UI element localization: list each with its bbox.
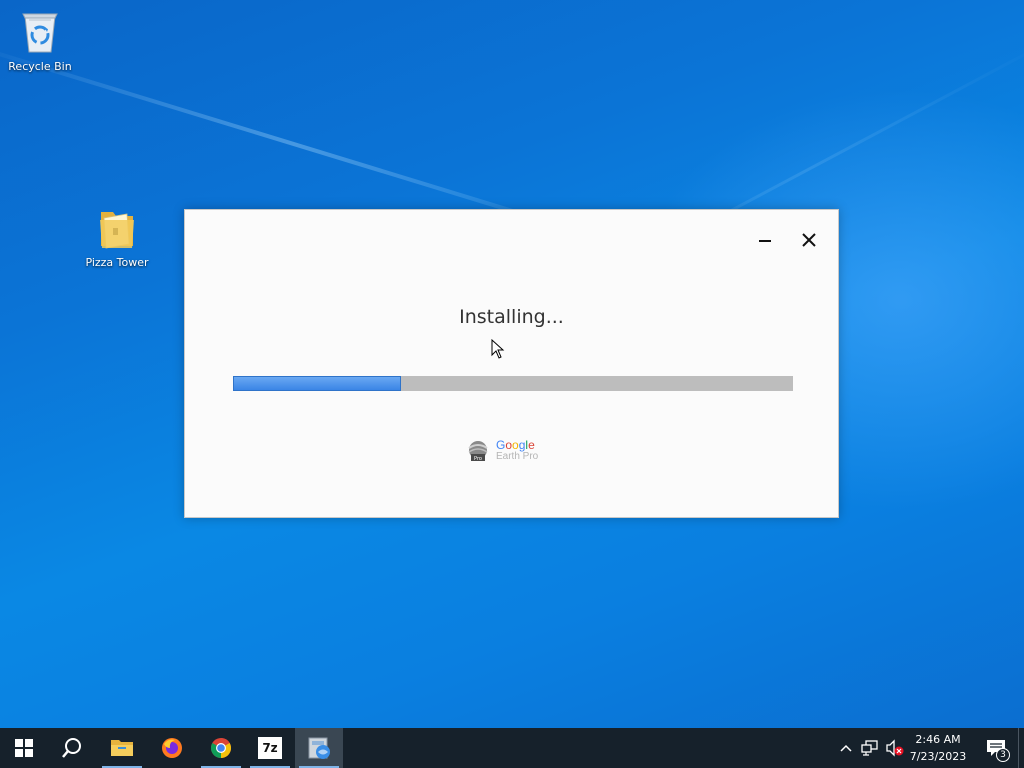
action-center-button[interactable]: 3 <box>978 728 1014 768</box>
chrome-icon <box>211 738 231 758</box>
taskbar: 7z 2:46 AM 7/23/2023 3 <box>0 728 1024 768</box>
network-tray-button[interactable] <box>861 738 879 758</box>
windows-logo-icon <box>15 739 33 757</box>
install-status-text: Installing... <box>459 306 564 328</box>
mouse-cursor-icon <box>491 339 505 359</box>
desktop-icon-label: Pizza Tower <box>85 256 149 269</box>
search-icon <box>62 738 81 758</box>
brand-google-letter: o <box>512 438 519 452</box>
desktop-icon-recycle-bin[interactable]: Recycle Bin <box>0 6 80 73</box>
brand-product-text: Earth Pro <box>496 451 539 462</box>
volume-tray-button[interactable] <box>885 738 905 758</box>
start-button[interactable] <box>0 728 48 768</box>
taskbar-installer[interactable] <box>295 728 343 768</box>
taskbar-7zip[interactable]: 7z <box>246 728 294 768</box>
brand-google-letter: e <box>528 438 535 452</box>
7zip-icon-text: 7z <box>262 741 278 755</box>
chevron-up-icon <box>840 744 852 752</box>
network-icon <box>861 740 878 756</box>
clock-time: 2:46 AM <box>915 733 961 746</box>
show-desktop-button[interactable] <box>1018 728 1024 768</box>
clock-date: 7/23/2023 <box>909 750 967 763</box>
notification-count-badge: 3 <box>996 748 1010 762</box>
installer-dialog: Installing... Pro Google Earth Pro <box>184 209 839 518</box>
taskbar-chrome[interactable] <box>197 728 245 768</box>
google-earth-pro-logo: Pro Google Earth Pro <box>466 438 538 464</box>
install-progress-bar <box>233 376 793 391</box>
close-button[interactable] <box>792 226 826 254</box>
folder-icon <box>100 212 134 249</box>
taskbar-firefox[interactable] <box>148 728 196 768</box>
installer-icon <box>308 737 330 759</box>
google-earth-globe-icon: Pro <box>468 441 488 462</box>
taskbar-clock[interactable]: 2:46 AM 7/23/2023 <box>904 731 972 765</box>
install-progress-fill <box>233 376 401 391</box>
volume-muted-icon <box>886 739 904 757</box>
brand-google-text: Google <box>496 438 538 452</box>
taskbar-file-explorer[interactable] <box>98 728 146 768</box>
close-icon <box>802 233 816 247</box>
search-button[interactable] <box>48 728 96 768</box>
show-hidden-icons-button[interactable] <box>839 738 853 758</box>
folder-icon <box>111 740 133 756</box>
minimize-icon <box>759 240 771 242</box>
desktop-icon-label: Recycle Bin <box>8 60 72 73</box>
firefox-icon <box>162 738 182 758</box>
logo-badge-text: Pro <box>474 456 482 462</box>
recycle-bin-icon <box>22 13 58 53</box>
brand-google-letter: G <box>496 438 506 452</box>
desktop-icon-pizza-tower[interactable]: Pizza Tower <box>77 206 157 269</box>
minimize-button[interactable] <box>748 226 782 254</box>
7zip-icon: 7z <box>258 737 282 759</box>
